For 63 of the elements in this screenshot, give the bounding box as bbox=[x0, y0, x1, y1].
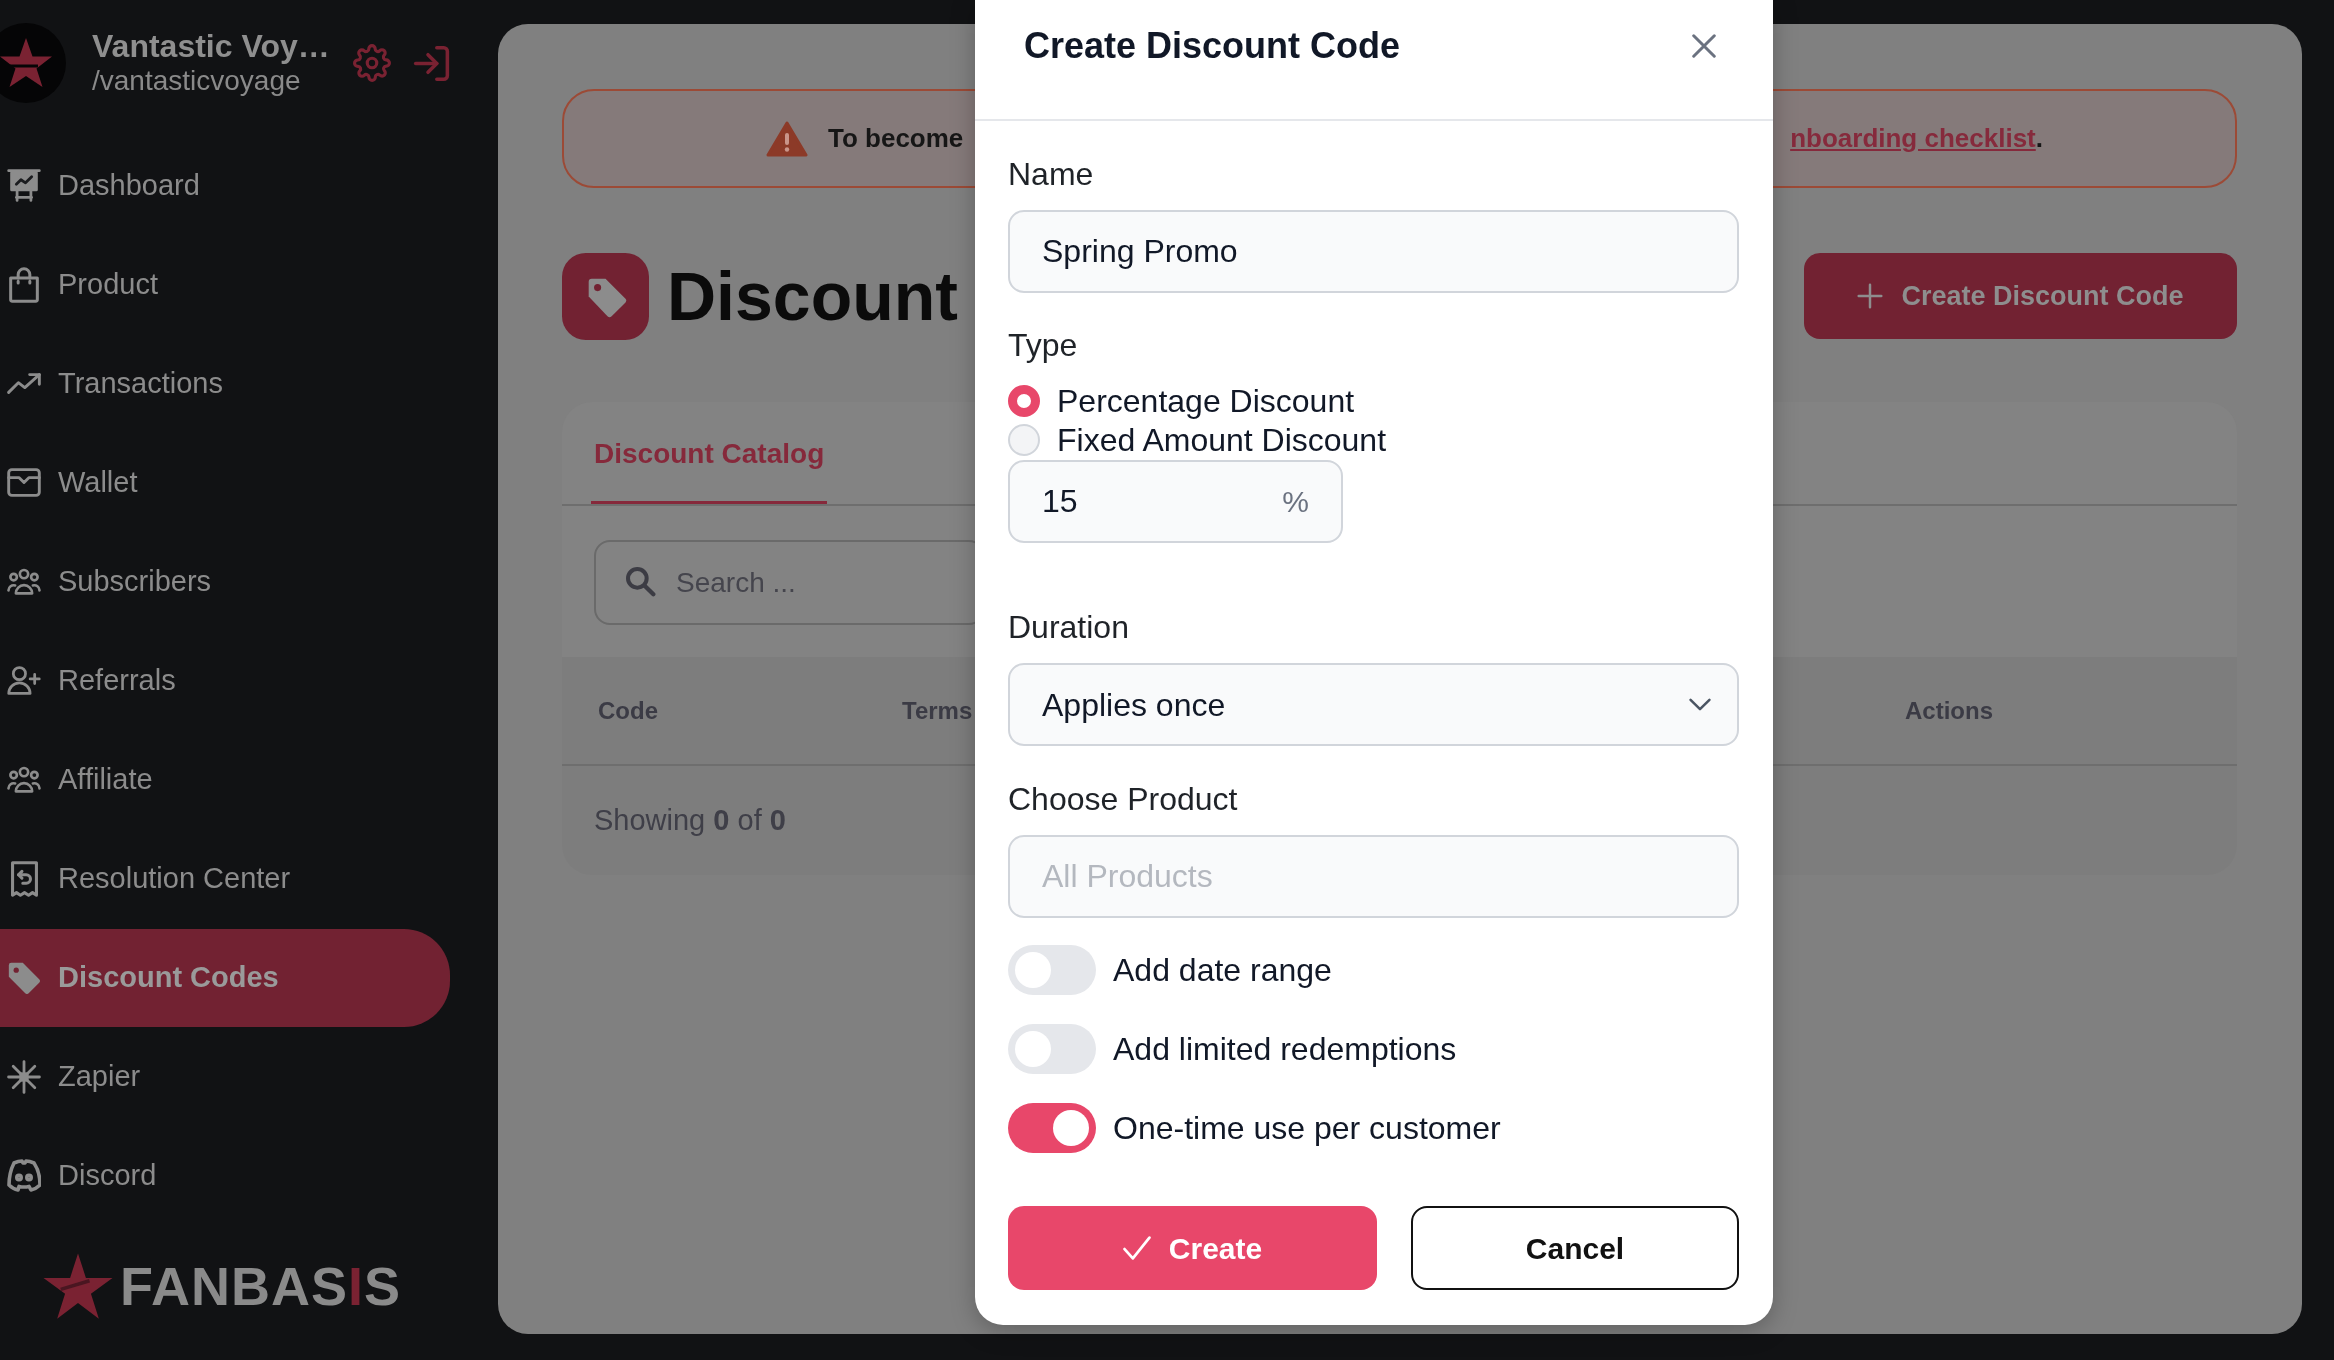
field-label: Choose Product bbox=[1008, 780, 1239, 818]
column-header: Code bbox=[598, 696, 658, 724]
column-header: Actions bbox=[1905, 696, 1993, 724]
sidebar-item[interactable]: Referrals bbox=[0, 658, 176, 703]
results-count: Showing 0 of 0 bbox=[594, 802, 786, 838]
close-icon bbox=[1692, 34, 1716, 58]
warning-icon bbox=[766, 120, 808, 157]
dialog-title: Create Discount Code bbox=[1024, 24, 1401, 67]
alert-text: To become bbox=[828, 122, 964, 155]
asterisk-icon bbox=[7, 1059, 41, 1094]
duration-select[interactable]: Applies once bbox=[1008, 663, 1739, 746]
sidebar-item[interactable]: Affiliate bbox=[0, 757, 153, 802]
controller-face-icon bbox=[7, 1159, 41, 1192]
field-label: Duration bbox=[1008, 608, 1130, 646]
sidebar-item[interactable]: Resolution Center bbox=[0, 856, 291, 901]
toggle-label: Add limited redemptions bbox=[1113, 1030, 1457, 1069]
settings-icon[interactable] bbox=[353, 44, 391, 82]
product-input[interactable]: All Products bbox=[1008, 835, 1739, 918]
tag-tile-icon bbox=[562, 252, 649, 340]
sidebar-item[interactable]: Discord bbox=[0, 1153, 157, 1198]
plus-icon bbox=[1857, 283, 1884, 309]
alert-text: nboarding checklist. bbox=[1790, 122, 2043, 155]
unit-suffix: % bbox=[1282, 484, 1309, 519]
tag-icon bbox=[8, 961, 40, 994]
toggle-label: Add date range bbox=[1113, 951, 1332, 990]
sidebar-item[interactable]: Dashboard bbox=[0, 163, 200, 208]
trend-up-icon bbox=[7, 373, 41, 394]
toggle-switch[interactable] bbox=[1008, 1103, 1096, 1153]
create-discount-button[interactable]: Create Discount Code bbox=[1804, 253, 2237, 339]
receipt-return-icon bbox=[9, 860, 39, 897]
toggle-label: One-time use per customer bbox=[1113, 1109, 1501, 1148]
toggle-switch[interactable] bbox=[1008, 1024, 1096, 1074]
page-title: Discount bbox=[667, 262, 958, 330]
brand-wordmark: FANBASIS bbox=[120, 1259, 402, 1313]
search-icon bbox=[626, 567, 656, 597]
radio-button[interactable] bbox=[1008, 384, 1040, 417]
sidebar-item[interactable]: Discount Codes bbox=[0, 928, 450, 1027]
account-name: Vantastic Voy… bbox=[92, 28, 331, 64]
radio-label: Percentage Discount bbox=[1057, 381, 1355, 420]
account-handle: /vantasticvoyage bbox=[92, 64, 302, 98]
sign-in-icon[interactable] bbox=[413, 44, 450, 82]
chevron-down-icon bbox=[1689, 698, 1711, 711]
presentation-board-icon bbox=[7, 169, 41, 202]
sidebar-item[interactable]: Transactions bbox=[0, 361, 223, 406]
field-label: Name bbox=[1008, 155, 1095, 193]
field-label: Type bbox=[1008, 326, 1079, 364]
column-header: Terms bbox=[902, 696, 973, 724]
sidebar-item[interactable]: Subscribers bbox=[0, 559, 212, 604]
wallet-icon bbox=[7, 468, 41, 497]
radio-label: Fixed Amount Discount bbox=[1057, 420, 1387, 459]
name-input[interactable]: Spring Promo bbox=[1008, 210, 1739, 293]
people-group-icon bbox=[7, 568, 41, 595]
people-group-icon bbox=[7, 766, 41, 793]
check-icon bbox=[1122, 1236, 1151, 1260]
person-plus-icon bbox=[7, 666, 41, 695]
sidebar-item[interactable]: Zapier bbox=[0, 1054, 141, 1099]
shopping-bag-icon bbox=[9, 266, 39, 303]
toggle-switch[interactable] bbox=[1008, 945, 1096, 995]
sidebar-item[interactable]: Product bbox=[0, 262, 158, 307]
cancel-button[interactable]: Cancel bbox=[1411, 1206, 1739, 1290]
sidebar-item[interactable]: Wallet bbox=[0, 460, 138, 505]
create-button[interactable]: Create bbox=[1008, 1206, 1377, 1290]
star-avatar-icon bbox=[0, 23, 66, 103]
